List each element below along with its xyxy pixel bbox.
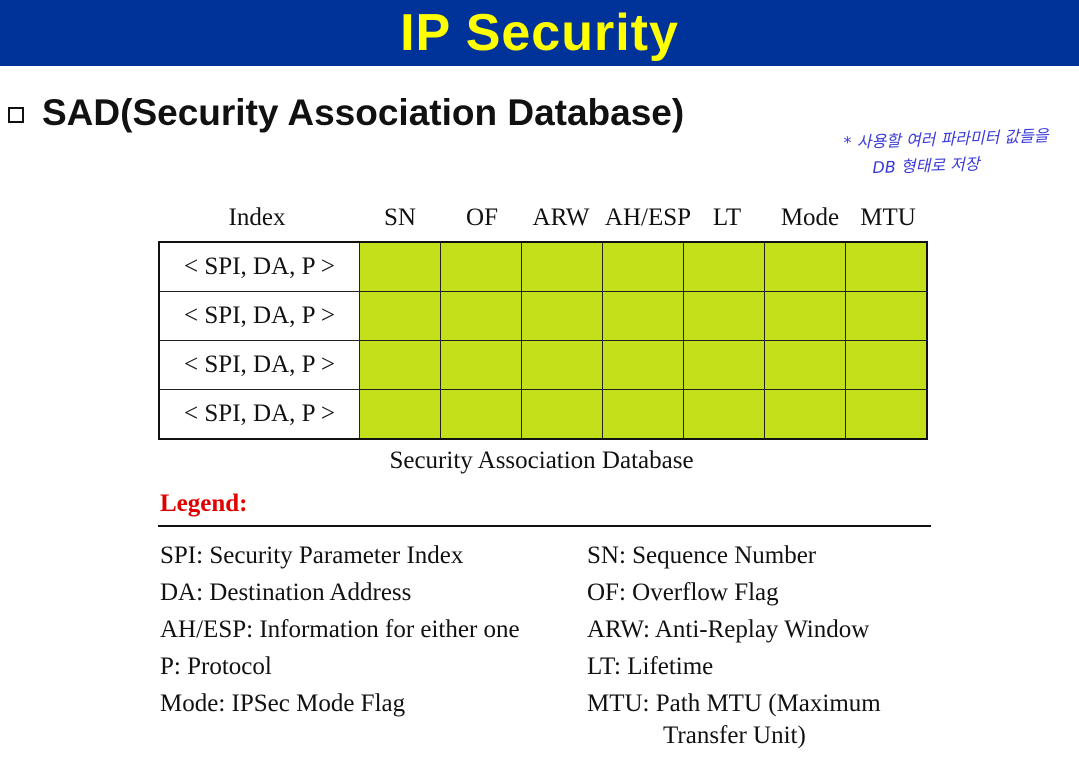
arw-cell bbox=[521, 291, 603, 341]
index-cell: < SPI, DA, P > bbox=[158, 389, 360, 440]
legend-item: P: Protocol bbox=[160, 653, 272, 680]
ah-esp-cell bbox=[602, 291, 684, 341]
legend-item-continuation: Transfer Unit) bbox=[663, 722, 806, 749]
table-caption: Security Association Database bbox=[389, 447, 694, 474]
legend-left-column: SPI: Security Parameter Index DA: Destin… bbox=[160, 537, 520, 722]
column-header-mode: Mode bbox=[780, 204, 840, 231]
lt-cell bbox=[683, 241, 765, 292]
handwritten-annotation: * 사용할 여러 파라미터 값들을 DB 형태로 저장 bbox=[843, 122, 1079, 182]
heading-text: SAD(Security Association Database) bbox=[42, 92, 685, 133]
legend-divider bbox=[158, 525, 931, 527]
table-row: < SPI, DA, P > bbox=[158, 340, 928, 390]
column-header-ah-esp: AH/ESP bbox=[604, 204, 692, 231]
title-bar: IP Security bbox=[0, 0, 1079, 66]
column-header-lt: LT bbox=[712, 204, 742, 231]
mtu-cell bbox=[845, 291, 928, 341]
mode-cell bbox=[764, 241, 846, 292]
index-cell: < SPI, DA, P > bbox=[158, 291, 360, 341]
annotation-line-1: * 사용할 여러 파라미터 값들을 bbox=[843, 125, 1049, 153]
section-heading: SAD(Security Association Database) bbox=[8, 88, 684, 138]
legend-item: MTU: Path MTU (Maximum bbox=[587, 690, 881, 717]
arw-cell bbox=[521, 340, 603, 390]
ah-esp-cell bbox=[602, 340, 684, 390]
table-column-headers: Index SN OF ARW AH/ESP LT Mode MTU bbox=[0, 200, 1079, 236]
legend-item: Mode: IPSec Mode Flag bbox=[160, 690, 406, 717]
legend-item: SPI: Security Parameter Index bbox=[160, 542, 464, 569]
mode-cell bbox=[764, 389, 846, 440]
column-header-arw: ARW bbox=[532, 204, 590, 231]
lt-cell bbox=[683, 291, 765, 341]
mtu-cell bbox=[845, 389, 928, 440]
title-divider bbox=[0, 66, 1079, 69]
of-cell bbox=[440, 291, 522, 341]
legend-item: AH/ESP: Information for either one bbox=[160, 616, 520, 643]
mode-cell bbox=[764, 340, 846, 390]
index-cell: < SPI, DA, P > bbox=[158, 241, 360, 292]
mtu-cell bbox=[845, 340, 928, 390]
legend-right-column: SN: Sequence Number OF: Overflow Flag AR… bbox=[587, 537, 881, 750]
column-header-of: OF bbox=[466, 204, 498, 231]
sn-cell bbox=[359, 340, 441, 390]
legend-item: DA: Destination Address bbox=[160, 579, 412, 606]
of-cell bbox=[440, 340, 522, 390]
legend-item: LT: Lifetime bbox=[587, 653, 714, 680]
sad-table: < SPI, DA, P > < SPI, DA, P > < SPI, DA,… bbox=[158, 241, 928, 440]
column-header-sn: SN bbox=[384, 204, 416, 231]
legend-item: ARW: Anti-Replay Window bbox=[587, 616, 870, 643]
ah-esp-cell bbox=[602, 389, 684, 440]
square-bullet-icon bbox=[8, 107, 24, 123]
column-header-index: Index bbox=[228, 204, 286, 231]
column-header-mtu: MTU bbox=[860, 204, 916, 231]
legend-item: SN: Sequence Number bbox=[587, 542, 817, 569]
arw-cell bbox=[521, 389, 603, 440]
of-cell bbox=[440, 241, 522, 292]
sn-cell bbox=[359, 389, 441, 440]
sn-cell bbox=[359, 241, 441, 292]
legend-item: OF: Overflow Flag bbox=[587, 579, 779, 606]
table-row: < SPI, DA, P > bbox=[158, 241, 928, 292]
mtu-cell bbox=[845, 241, 928, 292]
of-cell bbox=[440, 389, 522, 440]
table-row: < SPI, DA, P > bbox=[158, 291, 928, 341]
slide-title: IP Security bbox=[400, 4, 679, 62]
legend-title: Legend: bbox=[160, 490, 248, 517]
arw-cell bbox=[521, 241, 603, 292]
index-cell: < SPI, DA, P > bbox=[158, 340, 360, 390]
table-row: < SPI, DA, P > bbox=[158, 389, 928, 440]
mode-cell bbox=[764, 291, 846, 341]
ah-esp-cell bbox=[602, 241, 684, 292]
sn-cell bbox=[359, 291, 441, 341]
lt-cell bbox=[683, 389, 765, 440]
annotation-line-2: DB 형태로 저장 bbox=[872, 154, 980, 178]
lt-cell bbox=[683, 340, 765, 390]
